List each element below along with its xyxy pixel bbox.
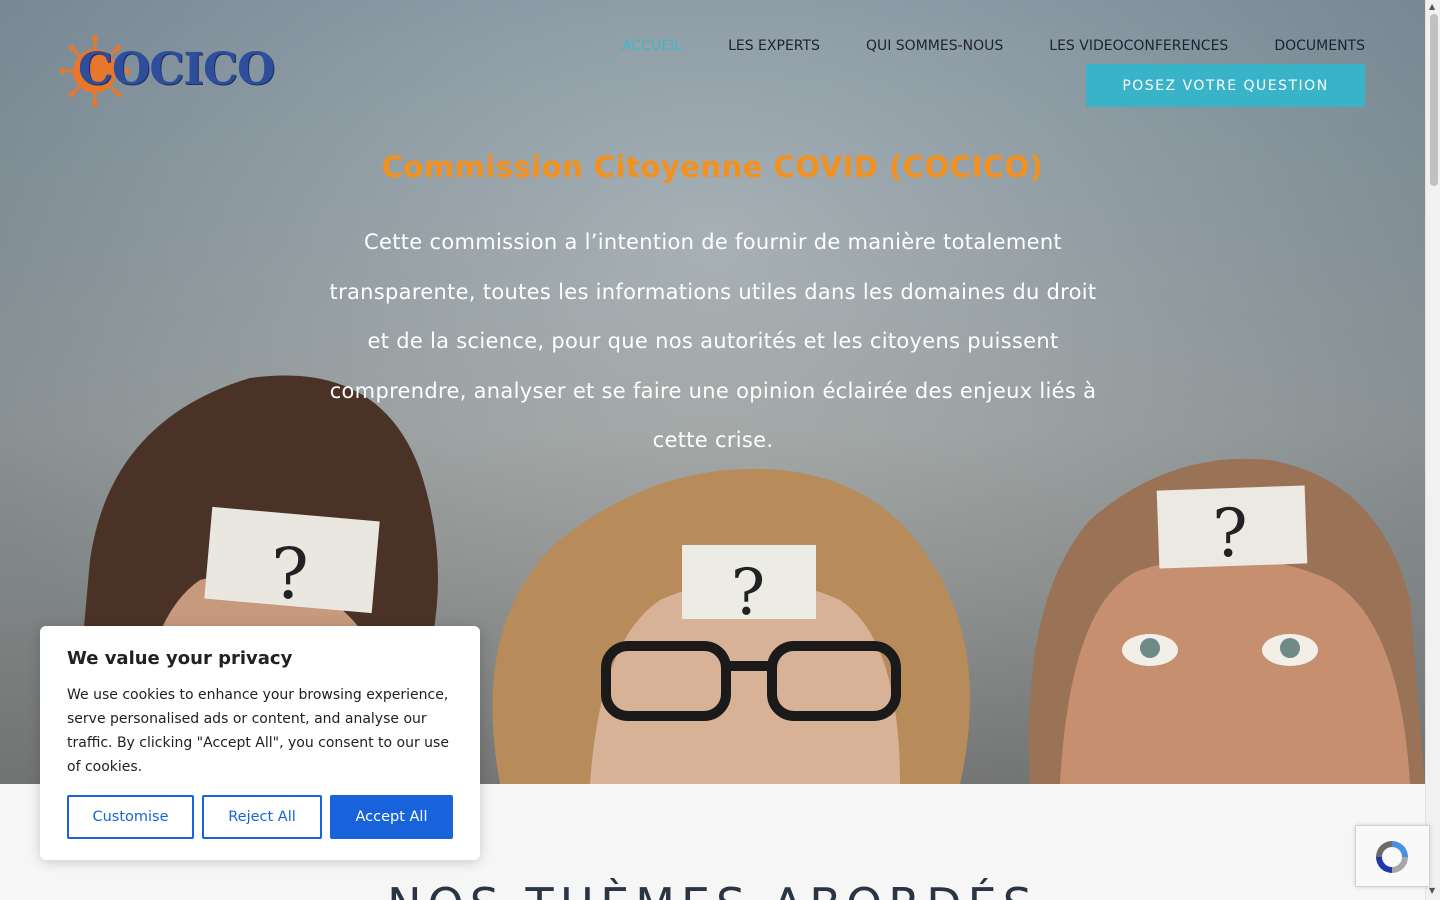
accept-all-button[interactable]: Accept All xyxy=(330,795,453,839)
recaptcha-badge[interactable] xyxy=(1355,825,1430,887)
customise-button[interactable]: Customise xyxy=(67,795,194,839)
main-nav: ACCUEIL LES EXPERTS QUI SOMMES-NOUS LES … xyxy=(576,38,1365,58)
nav-item-accueil[interactable]: ACCUEIL xyxy=(622,38,682,54)
scroll-down-icon[interactable]: ▼ xyxy=(1429,886,1435,895)
svg-text:?: ? xyxy=(731,556,765,630)
svg-text:?: ? xyxy=(1212,495,1247,572)
cookie-consent-banner: We value your privacy We use cookies to … xyxy=(40,626,480,860)
section-title: NOS THÈMES ABORDÉS xyxy=(0,878,1425,900)
site-logo[interactable]: COCICO xyxy=(60,34,275,108)
page-scrollbar[interactable]: ▲ ▼ xyxy=(1425,0,1440,900)
recaptcha-icon xyxy=(1376,841,1408,873)
cookie-buttons: Customise Reject All Accept All xyxy=(67,795,461,839)
logo-text: COCICO xyxy=(78,44,275,95)
svg-text:?: ? xyxy=(271,533,309,615)
nav-item-videoconferences[interactable]: LES VIDEOCONFERENCES xyxy=(1049,38,1228,54)
ask-question-button[interactable]: POSEZ VOTRE QUESTION xyxy=(1086,64,1365,107)
nav-item-qui-sommes-nous[interactable]: QUI SOMMES-NOUS xyxy=(866,38,1003,54)
scroll-thumb[interactable] xyxy=(1430,14,1438,186)
hero-title: Commission Citoyenne COVID (COCICO) xyxy=(381,150,1044,184)
cookie-text: We use cookies to enhance your browsing … xyxy=(67,687,449,775)
hero-description: Cette commission a l’intention de fourni… xyxy=(329,230,1097,452)
nav-item-documents[interactable]: DOCUMENTS xyxy=(1274,38,1365,54)
reject-all-button[interactable]: Reject All xyxy=(202,795,322,839)
cookie-title: We value your privacy xyxy=(67,648,293,669)
nav-item-experts[interactable]: LES EXPERTS xyxy=(728,38,820,54)
scroll-up-icon[interactable]: ▲ xyxy=(1429,2,1435,11)
